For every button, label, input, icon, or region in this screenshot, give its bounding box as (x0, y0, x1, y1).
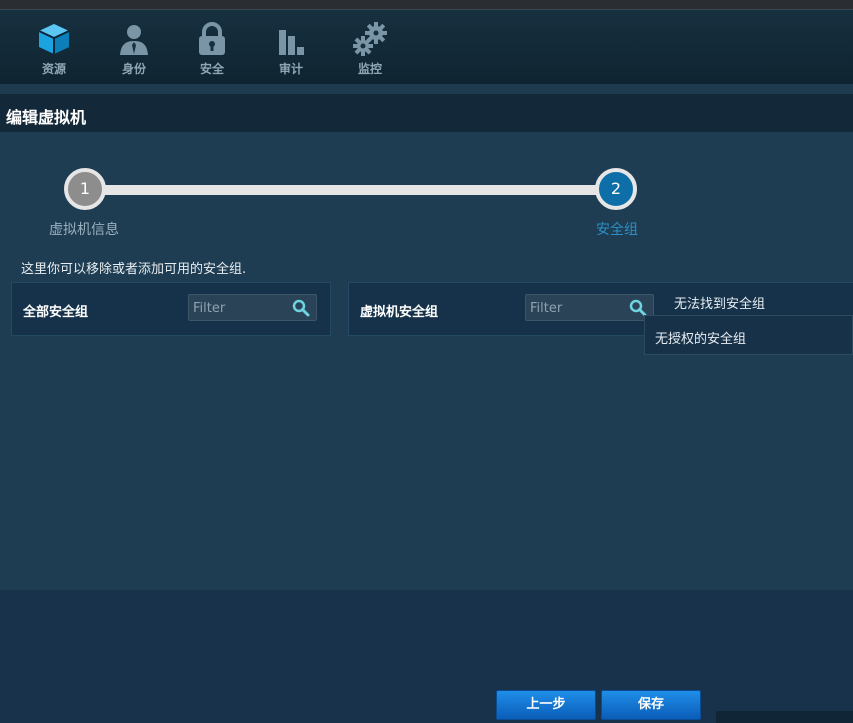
nav-label-audit: 审计 (278, 62, 303, 76)
vm-groups-filter-input[interactable] (530, 299, 626, 317)
nav-label-resources: 资源 (41, 62, 66, 76)
nav-label-identity: 身份 (121, 62, 146, 76)
top-navigation: 资源 身份 安全 审计 监控 (0, 10, 853, 84)
nav-item-resources[interactable]: 资源 (24, 22, 84, 77)
nav-item-audit[interactable]: 审计 (261, 22, 321, 77)
save-button[interactable]: 保存 (601, 690, 701, 720)
cube-icon (38, 24, 70, 54)
all-security-groups-panel: 全部安全组 (11, 282, 331, 336)
not-found-message: 无法找到安全组 (674, 297, 766, 312)
corner-strip (716, 711, 853, 723)
stepper-track (86, 185, 616, 195)
vm-groups-filter (525, 294, 654, 321)
gears-icon (353, 22, 387, 56)
lock-icon (199, 22, 225, 55)
not-found-message-box: 无法找到安全组 (664, 282, 853, 316)
nav-item-monitoring[interactable]: 监控 (340, 22, 400, 77)
step-2-label[interactable]: 安全组 (596, 219, 638, 239)
nav-item-security[interactable]: 安全 (182, 22, 242, 77)
unauthorized-groups-popup: 无授权的安全组 (644, 315, 853, 355)
step-1-label[interactable]: 虚拟机信息 (49, 219, 119, 239)
all-groups-filter (188, 294, 317, 321)
page-title: 编辑虚拟机 (6, 108, 87, 127)
previous-step-button[interactable]: 上一步 (496, 690, 596, 720)
footer (0, 590, 853, 723)
step-2-circle[interactable]: 2 (595, 168, 637, 210)
nav-item-identity[interactable]: 身份 (104, 22, 164, 77)
vm-security-groups-title: 虚拟机安全组 (360, 305, 439, 320)
user-icon (120, 25, 148, 55)
wizard-content: 1 2 虚拟机信息 安全组 这里你可以移除或者添加可用的安全组. 全部安全组 虚… (0, 132, 853, 590)
unauthorized-groups-text: 无授权的安全组 (655, 332, 747, 347)
title-bar: 编辑虚拟机 (0, 94, 853, 132)
nav-label-monitoring: 监控 (357, 62, 382, 76)
all-groups-filter-input[interactable] (193, 299, 289, 317)
step-1-circle[interactable]: 1 (64, 168, 106, 210)
vm-security-groups-panel: 虚拟机安全组 (348, 282, 668, 336)
hint-text: 这里你可以移除或者添加可用的安全组. (21, 262, 247, 277)
bar-chart-icon (279, 30, 304, 55)
all-security-groups-title: 全部安全组 (23, 305, 89, 320)
search-icon[interactable] (292, 299, 310, 317)
window-top-strip (0, 0, 853, 10)
nav-label-security: 安全 (199, 62, 224, 76)
